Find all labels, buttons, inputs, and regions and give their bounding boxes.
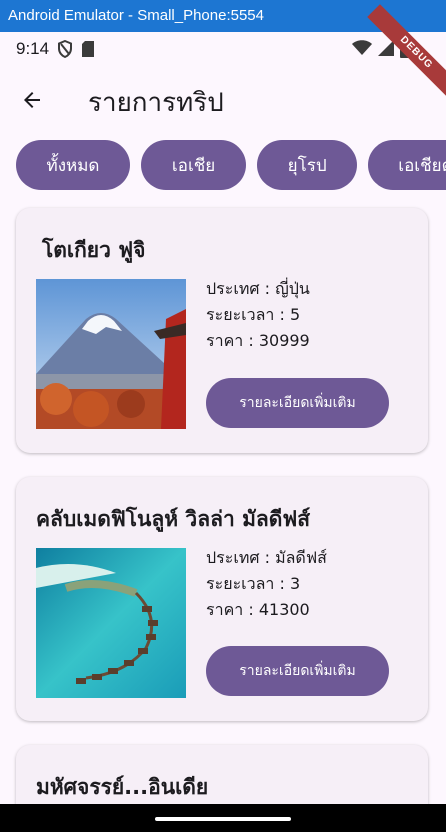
details-button[interactable]: รายละเอียดเพิ่มเติม: [206, 378, 389, 428]
trip-duration: ระยะเวลา : 3: [206, 574, 301, 593]
trip-title: โตเกียว ฟูจิ: [42, 238, 146, 262]
trip-title: คลับเมดฟิโนลูห์ วิลล่า มัลดีฟส์: [36, 507, 311, 531]
sd-card-icon: [82, 41, 94, 57]
trip-image: [36, 279, 186, 429]
status-bar: 9:14: [0, 32, 446, 66]
trip-country: ประเทศ : ญี่ปุ่น: [206, 279, 310, 298]
window-title: Android Emulator - Small_Phone:5554: [8, 7, 264, 24]
app-bar: รายการทริป: [0, 66, 446, 134]
home-gesture-handle[interactable]: [155, 817, 291, 821]
trip-price: ราคา : 30999: [206, 331, 310, 350]
filter-chip-asia[interactable]: เอเชีย: [141, 140, 247, 190]
trip-country: ประเทศ : มัลดีฟส์: [206, 548, 327, 567]
trip-card[interactable]: โตเกียว ฟูจิ ประเทศ : ญี่ปุ่น ระยะเวลา :…: [16, 208, 428, 453]
details-button[interactable]: รายละเอียดเพิ่มเติม: [206, 646, 389, 696]
filter-chip-europe[interactable]: ยุโรป: [257, 140, 358, 190]
shield-icon: [58, 40, 72, 58]
trip-duration: ระยะเวลา : 5: [206, 305, 301, 324]
emulator-title-bar: Android Emulator - Small_Phone:5554: [0, 0, 446, 32]
trip-info: ประเทศ : มัลดีฟส์ ระยะเวลา : 3 ราคา : 41…: [206, 545, 327, 623]
filter-chips: ทั้งหมด เอเชีย ยุโรป เอเชียตะวันออกเฉียง…: [16, 140, 446, 190]
trip-price: ราคา : 41300: [206, 600, 310, 619]
trip-title: มหัศจรรย์...อินเดีย: [36, 775, 209, 799]
back-button[interactable]: [12, 80, 52, 120]
trip-info: ประเทศ : ญี่ปุ่น ระยะเวลา : 5 ราคา : 309…: [206, 276, 310, 354]
trip-image: [36, 548, 186, 698]
signal-icon: [378, 40, 394, 56]
filter-chip-all[interactable]: ทั้งหมด: [16, 140, 130, 190]
battery-icon: [400, 40, 410, 58]
filter-chip-southeast-asia[interactable]: เอเชียตะวันออกเฉียงใต้: [368, 140, 446, 190]
wifi-icon: [352, 40, 372, 55]
navigation-bar: [0, 804, 446, 832]
status-time: 9:14: [16, 39, 50, 58]
arrow-back-icon: [24, 92, 40, 108]
trip-card[interactable]: คลับเมดฟิโนลูห์ วิลล่า มัลดีฟส์ ประเทศ :…: [16, 477, 428, 721]
page-title: รายการทริป: [88, 88, 224, 118]
